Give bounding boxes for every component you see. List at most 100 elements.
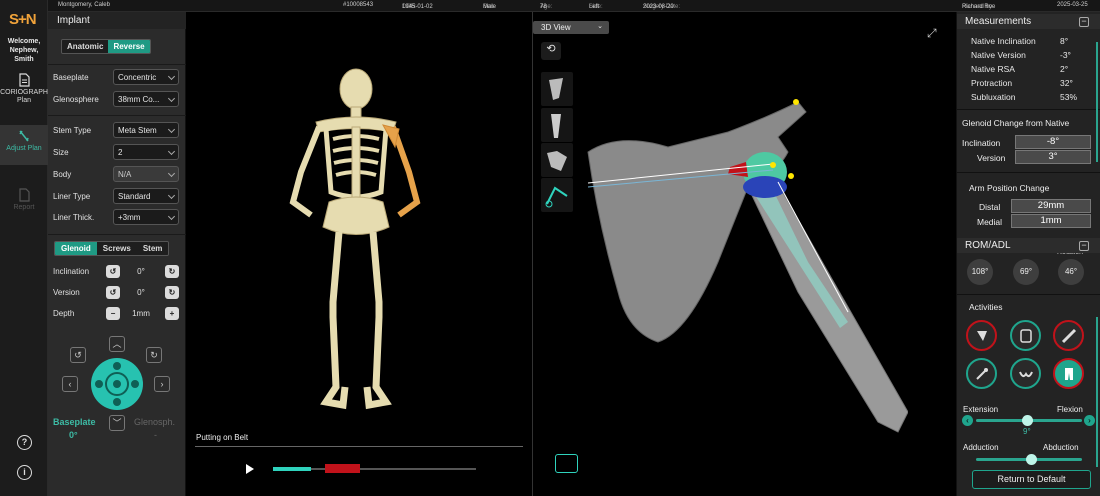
skeleton-viewer[interactable]: Putting on Belt — [186, 12, 533, 496]
inclination-rotate-left-button[interactable]: ↺ — [106, 265, 120, 278]
thumb-joint-view[interactable] — [541, 143, 573, 177]
implant-type-toggle: Anatomic Reverse — [61, 39, 151, 54]
collapse-icon[interactable]: − — [1079, 241, 1089, 251]
tab-screws[interactable]: Screws — [96, 242, 137, 255]
return-to-default-button[interactable]: Return to Default — [972, 470, 1091, 489]
inclination-rotate-right-button[interactable]: ↻ — [165, 265, 179, 278]
move-left-button[interactable]: ‹ — [62, 376, 78, 392]
version-rotate-left-button[interactable]: ↺ — [106, 286, 120, 299]
reach-icon — [1061, 328, 1077, 344]
rom-value-2: 69° — [1013, 259, 1039, 285]
depth-label: Depth — [53, 309, 75, 318]
arm-position-title: Arm Position Change — [969, 183, 1050, 193]
bone-adjust-icon — [19, 130, 29, 142]
collapse-icon[interactable]: − — [1079, 17, 1089, 27]
protraction-label: Protraction — [971, 78, 1013, 88]
depth-minus-button[interactable]: − — [106, 307, 120, 320]
activity-comb-hair[interactable] — [966, 320, 997, 351]
activity-brush[interactable] — [966, 358, 997, 389]
anatomic-option[interactable]: Anatomic — [62, 40, 109, 53]
info-icon[interactable]: i — [17, 465, 32, 480]
medial-label: Medial — [977, 217, 1003, 227]
measurements-panel: Measurements − Native Inclination 8° Nat… — [956, 12, 1100, 496]
extension-label: Extension — [963, 405, 999, 414]
size-select[interactable]: 2 — [113, 144, 179, 160]
activity-bra[interactable] — [1010, 358, 1041, 389]
shoulder-3d-viewer[interactable]: 3D View ⌄ ⤢ ⟲ — [533, 12, 956, 496]
tab-stem[interactable]: Stem — [136, 242, 169, 255]
native-rsa-value: 2° — [1060, 64, 1069, 74]
thumb-scapula-view[interactable] — [541, 72, 573, 106]
inclination-value: 0° — [137, 267, 145, 276]
move-down-button[interactable]: ﹀ — [109, 415, 125, 431]
planned-value: Richard Roe — [962, 4, 996, 10]
nav-adjust-label: Adjust Plan — [6, 145, 42, 152]
bra-icon — [1019, 371, 1033, 378]
reverse-option[interactable]: Reverse — [108, 40, 150, 53]
nav-rail: S+N Welcome, Nephew, Smith CORIOGRAPH Pl… — [0, 0, 48, 496]
scrollbar[interactable] — [1096, 317, 1098, 467]
native-inclination-label: Native Inclination — [971, 36, 1036, 46]
stem-type-select[interactable]: Meta Stem — [113, 122, 179, 138]
version-label: Version — [53, 288, 80, 297]
scrollbar[interactable] — [1096, 42, 1098, 162]
measurements-header: Measurements − — [957, 14, 1100, 29]
activity-phone[interactable] — [1010, 320, 1041, 351]
depth-plus-button[interactable]: + — [165, 307, 179, 320]
help-icon[interactable]: ? — [17, 435, 32, 450]
current-date: 2025-03-25 — [1057, 2, 1088, 8]
sex-value: Male — [483, 4, 497, 10]
document-icon — [19, 73, 30, 87]
activity-belt[interactable] — [1053, 358, 1084, 389]
reset-view-icon[interactable]: ⟲ — [541, 42, 561, 60]
shoulder-model — [587, 99, 908, 433]
medial-value: 1mm — [1011, 214, 1091, 228]
side-value: Left — [589, 4, 600, 10]
glenosphere-select[interactable]: 38mm Co... — [113, 91, 179, 107]
baseplate-position-pad[interactable] — [90, 357, 144, 411]
nav-report[interactable]: Report — [0, 188, 48, 212]
glenoid-change-title: Glenoid Change from Native — [962, 118, 1070, 128]
implant-panel: Implant Anatomic Reverse Baseplate Conce… — [48, 12, 186, 496]
tab-glenoid[interactable]: Glenoid — [55, 242, 97, 255]
activities-title: Activities — [969, 302, 1003, 312]
rotate-ccw-button[interactable]: ↺ — [70, 347, 86, 363]
body-select[interactable]: N/A — [113, 166, 179, 182]
move-up-button[interactable]: ︿ — [109, 336, 125, 352]
liner-thickness-select[interactable]: +3mm — [113, 209, 179, 225]
thumb-humerus-view[interactable] — [541, 108, 573, 142]
activity-reach[interactable] — [1053, 320, 1084, 351]
stem-type-label: Stem Type — [53, 126, 92, 135]
liner-type-select[interactable]: Standard — [113, 188, 179, 204]
fullscreen-icon[interactable]: ⤢ — [927, 26, 943, 42]
play-icon[interactable] — [246, 464, 254, 474]
version-rotate-right-button[interactable]: ↻ — [165, 286, 179, 299]
animation-danger-zone — [325, 464, 360, 473]
extension-decrease-button[interactable]: ‹ — [962, 415, 973, 426]
rotate-cw-button[interactable]: ↻ — [146, 347, 162, 363]
native-version-value: -3° — [1060, 50, 1071, 60]
welcome-text: Welcome, Nephew, Smith — [7, 38, 41, 63]
animation-progress — [273, 467, 311, 471]
view-mode-select[interactable]: 3D View ⌄ — [533, 21, 609, 34]
nav-plan[interactable]: CORIOGRAPH Plan — [0, 73, 48, 105]
flexion-increase-button[interactable]: › — [1084, 415, 1095, 426]
flexion-label: Flexion — [1057, 405, 1083, 414]
move-right-button[interactable]: › — [154, 376, 170, 392]
native-rsa-label: Native RSA — [971, 64, 1015, 74]
flexion-value: 9° — [1023, 427, 1031, 436]
baseplate-select[interactable]: Concentric — [113, 69, 179, 85]
baseplate-rotation-label: Baseplate — [53, 417, 96, 427]
joint-icon — [547, 151, 567, 171]
protraction-value: 32° — [1060, 78, 1073, 88]
divider — [195, 446, 523, 447]
body-label: Body — [53, 170, 72, 179]
abduction-slider-knob[interactable] — [1026, 454, 1037, 465]
thumb-implant-view[interactable] — [541, 178, 573, 212]
flexion-slider-knob[interactable] — [1022, 415, 1033, 426]
rom-value-3: 46° — [1058, 259, 1084, 285]
nav-adjust[interactable]: Adjust Plan — [0, 125, 48, 165]
app-logo: S+N — [9, 11, 37, 28]
nav-plan-label: CORIOGRAPH Plan — [0, 89, 48, 104]
screen-mode-icon[interactable] — [555, 454, 578, 473]
